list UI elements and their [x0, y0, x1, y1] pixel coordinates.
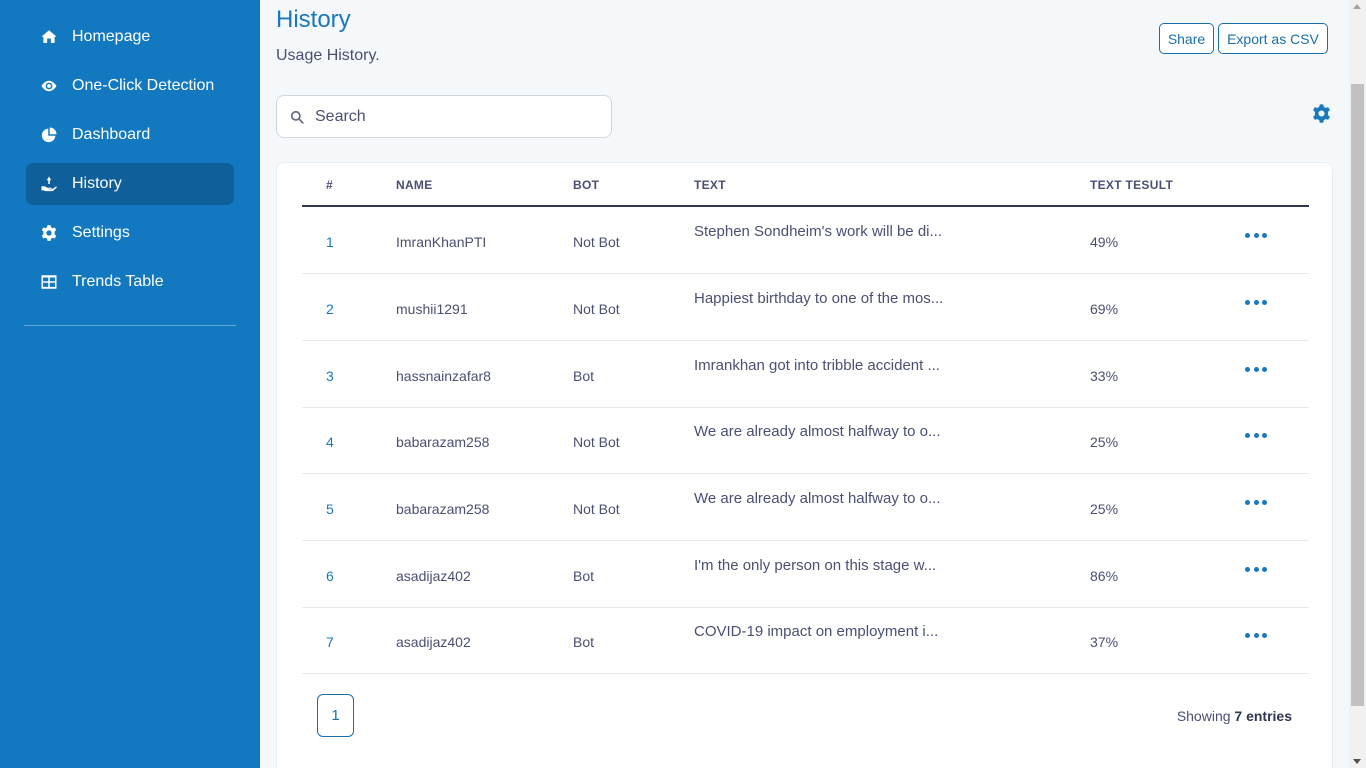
row-text-result: 49% — [1090, 234, 1119, 250]
row-number-link[interactable]: 3 — [326, 368, 334, 384]
search-box — [276, 95, 612, 138]
table-row: 3 hassnainzafar8 Bot Imrankhan got into … — [302, 341, 1309, 408]
row-text: I'm the only person on this stage w... — [694, 557, 937, 574]
row-bot-status: Not Bot — [573, 234, 620, 250]
showing-prefix: Showing — [1176, 708, 1231, 724]
column-header-text-result: TEXT TESULT — [1090, 178, 1174, 192]
more-options-icon[interactable] — [1245, 630, 1267, 640]
row-name: asadijaz402 — [396, 634, 471, 650]
pie-chart-icon — [40, 126, 58, 144]
search-icon — [290, 110, 304, 124]
column-header-text: TEXT — [694, 178, 726, 192]
export-csv-button[interactable]: Export as CSV — [1218, 23, 1328, 54]
table-row: 1 ImranKhanPTI Not Bot Stephen Sondheim'… — [302, 207, 1309, 274]
history-table-card: # NAME BOT TEXT TEXT TESULT 1 ImranKhanP… — [276, 162, 1333, 768]
row-text-result: 37% — [1090, 634, 1119, 650]
row-name: asadijaz402 — [396, 568, 471, 584]
row-bot-status: Bot — [573, 634, 595, 650]
scrollbar-thumb[interactable] — [1351, 84, 1364, 706]
table-row: 5 babarazam258 Not Bot We are already al… — [302, 474, 1309, 541]
row-number-link[interactable]: 5 — [326, 501, 334, 517]
sidebar-item-trends-table[interactable]: Trends Table — [26, 261, 234, 303]
row-name: babarazam258 — [396, 501, 490, 517]
row-bot-status: Not Bot — [573, 501, 620, 517]
row-name: hassnainzafar8 — [396, 368, 491, 384]
column-header-name: NAME — [396, 178, 433, 192]
row-text: Stephen Sondheim's work will be di... — [694, 223, 942, 240]
table-row: 7 asadijaz402 Bot COVID-19 impact on emp… — [302, 607, 1309, 674]
table-icon — [40, 273, 58, 291]
table-header: # NAME BOT TEXT TEXT TESULT — [302, 163, 1309, 207]
sidebar: Homepage One-Click Detection Dashboard H… — [0, 0, 260, 768]
sidebar-item-history[interactable]: History — [26, 163, 234, 205]
table-row: 4 babarazam258 Not Bot We are already al… — [302, 407, 1309, 474]
pagination-page-button[interactable]: 1 — [317, 694, 354, 737]
row-name: mushii1291 — [396, 301, 468, 317]
row-text: Happiest birthday to one of the mos... — [694, 290, 944, 307]
row-text-result: 25% — [1090, 501, 1119, 517]
row-bot-status: Bot — [573, 368, 595, 384]
row-text: COVID-19 impact on employment i... — [694, 623, 939, 640]
row-number-link[interactable]: 2 — [326, 301, 334, 317]
sidebar-nav: Homepage One-Click Detection Dashboard H… — [0, 0, 260, 303]
sidebar-item-label: Settings — [72, 224, 130, 241]
row-name: babarazam258 — [396, 434, 490, 450]
row-text: We are already almost halfway to o... — [694, 423, 941, 440]
sidebar-item-dashboard[interactable]: Dashboard — [26, 114, 234, 156]
scroll-up-arrow-icon[interactable] — [1353, 4, 1361, 9]
share-button[interactable]: Share — [1159, 23, 1214, 54]
more-options-icon[interactable] — [1245, 564, 1267, 574]
column-header-number: # — [326, 178, 333, 192]
more-options-icon[interactable] — [1245, 497, 1267, 507]
search-input[interactable] — [315, 96, 605, 137]
showing-entries-text: Showing 7 entries — [1177, 708, 1292, 724]
sidebar-item-homepage[interactable]: Homepage — [26, 16, 234, 58]
page-title: History — [276, 6, 351, 33]
hand-holding-icon — [40, 175, 58, 193]
vertical-scrollbar[interactable] — [1349, 0, 1366, 768]
home-icon — [40, 28, 58, 46]
column-header-bot: BOT — [573, 178, 600, 192]
sidebar-divider — [24, 325, 236, 326]
gear-icon — [40, 224, 58, 242]
row-text-result: 25% — [1090, 434, 1119, 450]
more-options-icon[interactable] — [1245, 230, 1267, 240]
table-row: 6 asadijaz402 Bot I'm the only person on… — [302, 541, 1309, 608]
showing-count: 7 entries — [1234, 708, 1292, 724]
eye-icon — [40, 77, 58, 95]
row-bot-status: Bot — [573, 568, 595, 584]
row-text: Imrankhan got into tribble accident ... — [694, 357, 940, 374]
row-bot-status: Not Bot — [573, 434, 620, 450]
sidebar-item-label: Dashboard — [72, 126, 151, 143]
row-text-result: 69% — [1090, 301, 1119, 317]
sidebar-item-label: History — [72, 175, 122, 192]
scroll-down-arrow-icon[interactable] — [1353, 759, 1361, 764]
row-text: We are already almost halfway to o... — [694, 490, 941, 507]
row-number-link[interactable]: 4 — [326, 434, 334, 450]
more-options-icon[interactable] — [1245, 430, 1267, 440]
row-number-link[interactable]: 1 — [326, 234, 334, 250]
sidebar-item-label: Trends Table — [72, 273, 164, 290]
row-bot-status: Not Bot — [573, 301, 620, 317]
row-text-result: 86% — [1090, 568, 1119, 584]
table-row: 2 mushii1291 Not Bot Happiest birthday t… — [302, 274, 1309, 341]
sidebar-item-label: Homepage — [72, 28, 151, 45]
row-name: ImranKhanPTI — [396, 234, 487, 250]
row-number-link[interactable]: 6 — [326, 568, 334, 584]
sidebar-item-label: One-Click Detection — [72, 77, 215, 94]
more-options-icon[interactable] — [1245, 364, 1267, 374]
row-text-result: 33% — [1090, 368, 1119, 384]
page-subtitle: Usage History. — [276, 47, 380, 64]
table-settings-gear-icon[interactable] — [1311, 103, 1332, 124]
sidebar-item-settings[interactable]: Settings — [26, 212, 234, 254]
sidebar-item-one-click-detection[interactable]: One-Click Detection — [26, 65, 234, 107]
row-number-link[interactable]: 7 — [326, 634, 334, 650]
more-options-icon[interactable] — [1245, 297, 1267, 307]
